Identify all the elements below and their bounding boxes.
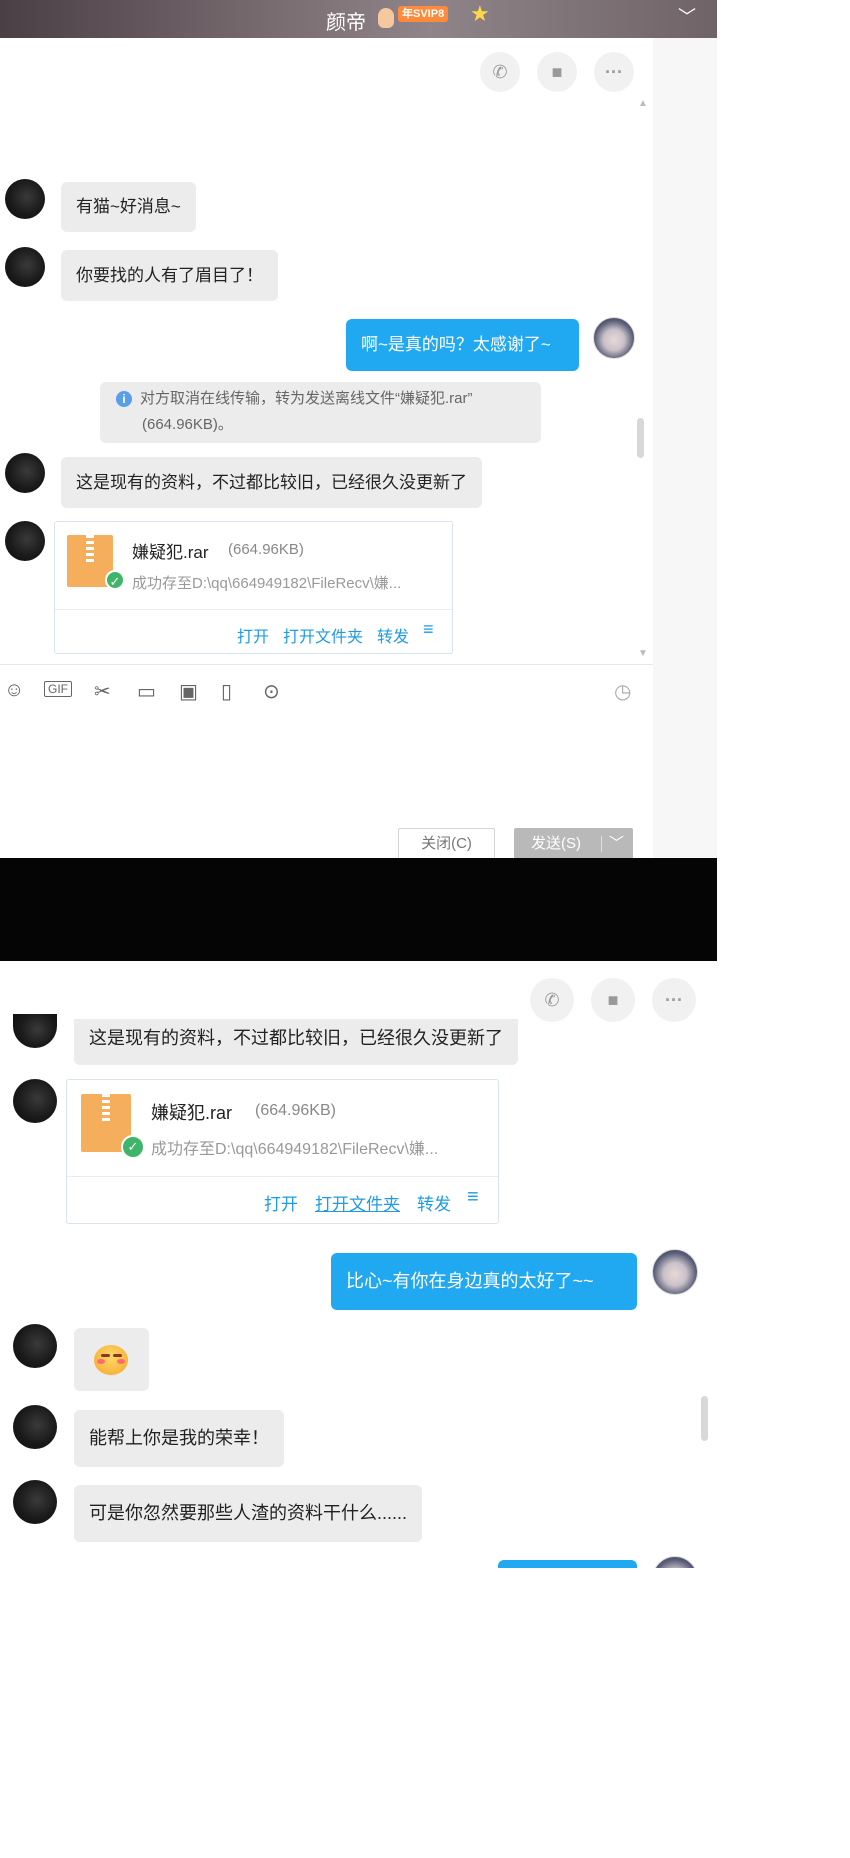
divider: [601, 836, 602, 852]
star-icon[interactable]: ★: [470, 1, 490, 27]
file-card[interactable]: ✓ 嫌疑犯.rar (664.96KB) 成功存至D:\qq\664949182…: [54, 521, 453, 654]
shake-icon[interactable]: ▯: [221, 679, 232, 704]
forward-link[interactable]: 转发: [417, 1190, 451, 1215]
divider: [67, 1176, 498, 1177]
avatar[interactable]: [5, 179, 45, 219]
open-file-link[interactable]: 打开: [264, 1190, 298, 1215]
system-notice-line2: (664.96KB)。: [142, 416, 233, 433]
open-folder-link[interactable]: 打开文件夹: [283, 623, 363, 647]
phone-icon[interactable]: ✆: [530, 978, 574, 1022]
message-bubble: 可是你忽然要那些人渣的资料干什么......: [74, 1485, 423, 1542]
message-input[interactable]: [0, 714, 653, 824]
system-notice: i 对方取消在线传输，转为发送离线文件“嫌疑犯.rar” (664.96KB)。: [100, 382, 541, 443]
message-bubble: 你要找的人有了眉目了！: [61, 250, 278, 301]
title-bar: 颜帝 年SVIP8 ★ ﹀: [0, 0, 717, 38]
vip-badge[interactable]: 年SVIP8: [398, 6, 449, 22]
smile-icon[interactable]: ☺: [4, 679, 24, 702]
success-check-icon: ✓: [121, 1135, 145, 1159]
message-bubble-me: 啊~是真的吗？太感谢了~: [346, 319, 579, 371]
input-divider: [0, 664, 653, 665]
more-icon[interactable]: ···: [594, 52, 634, 92]
open-file-link[interactable]: 打开: [237, 623, 269, 647]
success-check-icon: ✓: [105, 570, 125, 590]
more-icon[interactable]: ···: [652, 978, 696, 1022]
file-save-status: 成功存至D:\qq\664949182\FileRecv\嫌...: [132, 575, 402, 592]
file-name[interactable]: 嫌疑犯.rar: [151, 1099, 232, 1125]
message-bubble: 这是现有的资料，不过都比较旧，已经很久没更新了: [74, 1019, 518, 1065]
file-size: (664.96KB): [255, 1102, 336, 1119]
avatar[interactable]: [13, 1324, 57, 1368]
gif-icon[interactable]: GIF: [44, 681, 72, 697]
more-circle-icon[interactable]: ⊙: [263, 679, 280, 704]
image-icon[interactable]: ▣: [179, 679, 198, 704]
scroll-up-icon[interactable]: ▲: [638, 98, 648, 109]
contact-name[interactable]: 颜帝: [326, 6, 366, 35]
system-notice-line1: 对方取消在线传输，转为发送离线文件“嫌疑犯.rar”: [140, 390, 473, 407]
menu-icon[interactable]: ≡: [467, 1186, 479, 1209]
message-bubble: 这是现有的资料，不过都比较旧，已经很久没更新了: [61, 457, 482, 508]
avatar[interactable]: [13, 1405, 57, 1449]
scissors-icon[interactable]: ✂: [94, 679, 111, 704]
my-avatar[interactable]: [652, 1249, 698, 1295]
video-icon[interactable]: ■: [537, 52, 577, 92]
file-name[interactable]: 嫌疑犯.rar: [132, 538, 209, 563]
avatar[interactable]: [5, 247, 45, 287]
phone-icon[interactable]: ✆: [480, 52, 520, 92]
black-separator: [0, 858, 717, 961]
close-button[interactable]: 关闭(C): [398, 828, 495, 858]
message-bubble-me: [498, 1560, 637, 1568]
chevron-down-icon[interactable]: ﹀: [678, 3, 696, 29]
open-folder-link[interactable]: 打开文件夹: [315, 1190, 400, 1215]
side-panel: [653, 38, 717, 858]
chat-screenshot: 颜帝 年SVIP8 ★ ﹀ ✆ ■ ··· ▲ ▼ 有猫~好消息~ 你要找的人有…: [0, 0, 717, 1568]
folder-icon[interactable]: ▭: [137, 679, 156, 704]
my-avatar[interactable]: [593, 317, 635, 359]
avatar[interactable]: [13, 1079, 57, 1123]
message-bubble: 能帮上你是我的荣幸！: [74, 1410, 284, 1467]
emoji-bubble: [74, 1328, 149, 1391]
send-button-label: 发送(S): [531, 835, 581, 852]
send-button[interactable]: 发送(S) ﹀: [514, 828, 633, 858]
message-bubble: 有猫~好消息~: [61, 182, 196, 232]
avatar[interactable]: [13, 1480, 57, 1524]
avatar[interactable]: [13, 1014, 57, 1048]
history-clock-icon[interactable]: ◷: [614, 679, 631, 704]
menu-icon[interactable]: ≡: [423, 619, 434, 640]
blushing-face-emoji: [94, 1345, 128, 1375]
my-avatar[interactable]: [652, 1556, 698, 1568]
chat-panel-bottom: ✆ ■ ··· 这是现有的资料，不过都比较旧，已经很久没更新了 ✓ 嫌疑犯.ra…: [0, 961, 717, 1568]
file-save-status: 成功存至D:\qq\664949182\FileRecv\嫌...: [151, 1141, 439, 1158]
chevron-down-icon[interactable]: ﹀: [609, 829, 624, 858]
file-size: (664.96KB): [228, 541, 304, 558]
chat-panel-top: ✆ ■ ··· ▲ ▼ 有猫~好消息~ 你要找的人有了眉目了！ 啊~是真的吗？太…: [0, 38, 653, 858]
scroll-down-icon[interactable]: ▼: [638, 648, 648, 659]
video-icon[interactable]: ■: [591, 978, 635, 1022]
scrollbar-thumb[interactable]: [701, 1396, 708, 1441]
file-card[interactable]: ✓ 嫌疑犯.rar (664.96KB) 成功存至D:\qq\664949182…: [66, 1079, 499, 1224]
message-bubble-me: 比心~有你在身边真的太好了~~: [331, 1253, 637, 1310]
info-icon: i: [116, 391, 132, 407]
avatar[interactable]: [5, 521, 45, 561]
divider: [55, 609, 452, 610]
avatar[interactable]: [5, 453, 45, 493]
forward-link[interactable]: 转发: [377, 623, 409, 647]
scrollbar-thumb[interactable]: [637, 418, 644, 458]
thumb-icon: [378, 8, 394, 28]
